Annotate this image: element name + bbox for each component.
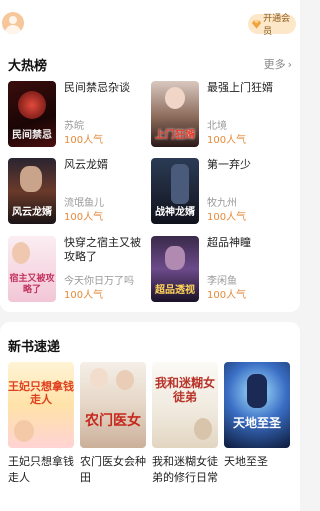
open-vip-button[interactable]: 开通会员 [248, 14, 296, 37]
book-title: 第一弃少 [207, 158, 251, 171]
book-cover[interactable]: 天地至圣 [224, 362, 290, 448]
book-title: 我和迷糊女徒弟的修行日常 [152, 455, 218, 484]
book-cover[interactable]: 民间禁忌 [8, 81, 56, 147]
book-cover[interactable]: 王妃只想拿钱走人 [8, 362, 74, 448]
section-title-new-books: 新书速递 [8, 340, 61, 355]
book-cover[interactable]: 风云龙婿 [8, 158, 56, 224]
cover-title: 宿主又被攻略了 [9, 274, 55, 295]
book-title: 快穿之宿主又被攻略了 [64, 236, 141, 263]
book-title: 天地至圣 [224, 455, 268, 468]
cover-title: 民间禁忌 [12, 130, 52, 141]
book-author: 流氓鱼儿 [64, 198, 104, 209]
cover-title: 超品透视 [155, 285, 195, 296]
chevron-right-icon: › [287, 57, 292, 71]
book-title: 最强上门狂婿 [207, 81, 273, 94]
cover-title: 我和迷糊女徒弟 [154, 376, 215, 404]
diamond-icon [252, 20, 262, 29]
new-book-item[interactable]: 王妃只想拿钱走人 王妃只想拿钱走人 [8, 362, 74, 486]
book-author: 今天你日万了吗 [64, 276, 134, 287]
book-popularity: 100人气 [64, 290, 104, 301]
book-popularity: 100人气 [64, 135, 104, 146]
book-item[interactable]: 战神龙婿 第一弃少 牧九州 100人气 [151, 158, 291, 224]
book-title: 农门医女会种田 [80, 455, 146, 484]
cover-title: 天地至圣 [232, 416, 281, 430]
new-book-item[interactable]: 天地至圣 天地至圣 [224, 362, 290, 470]
book-cover[interactable]: 超品透视 [151, 236, 199, 302]
book-item[interactable]: 民间禁忌 民间禁忌杂谈 苏皖 100人气 [8, 81, 148, 147]
book-item[interactable]: 上门狂婿 最强上门狂婿 北境 100人气 [151, 81, 291, 147]
cover-title: 王妃只想拿钱走人 [8, 380, 74, 406]
book-author: 北境 [207, 121, 227, 132]
book-item[interactable]: 宿主又被攻略了 快穿之宿主又被攻略了 今天你日万了吗 100人气 [8, 236, 148, 302]
book-cover[interactable]: 宿主又被攻略了 [8, 236, 56, 302]
cover-title: 战神龙婿 [155, 207, 195, 218]
book-author: 牧九州 [207, 198, 237, 209]
cover-title: 农门医女 [85, 413, 141, 429]
new-books-card: 新书速递 王妃只想拿钱走人 王妃只想拿钱走人 农门医女 农门医女会种田 我和迷糊… [0, 322, 300, 511]
book-title: 民间禁忌杂谈 [64, 81, 130, 94]
book-author: 李闲鱼 [207, 276, 237, 287]
hot-list-card: 大热榜 更多 › 民间禁忌 民间禁忌杂谈 苏皖 100人气 上门狂婿 最强上门狂… [0, 40, 300, 312]
book-popularity: 100人气 [64, 212, 104, 223]
book-item[interactable]: 风云龙婿 风云龙婿 流氓鱼儿 100人气 [8, 158, 148, 224]
book-title: 风云龙婿 [64, 158, 108, 171]
book-title: 王妃只想拿钱走人 [8, 455, 74, 484]
more-button[interactable]: 更多 › [264, 56, 292, 72]
book-title: 超品神瞳 [207, 236, 251, 249]
book-popularity: 100人气 [207, 212, 247, 223]
cover-title: 上门狂婿 [155, 130, 195, 141]
book-item[interactable]: 超品透视 超品神瞳 李闲鱼 100人气 [151, 236, 291, 302]
user-avatar-icon[interactable] [2, 12, 24, 34]
book-popularity: 100人气 [207, 290, 247, 301]
book-cover[interactable]: 上门狂婿 [151, 81, 199, 147]
book-cover[interactable]: 农门医女 [80, 362, 146, 448]
cover-title: 风云龙婿 [12, 207, 52, 218]
book-popularity: 100人气 [207, 135, 247, 146]
new-book-item[interactable]: 我和迷糊女徒弟 我和迷糊女徒弟的修行日常 [152, 362, 218, 486]
book-cover[interactable]: 战神龙婿 [151, 158, 199, 224]
section-title-hot: 大热榜 [8, 59, 48, 74]
new-book-item[interactable]: 农门医女 农门医女会种田 [80, 362, 146, 486]
more-label: 更多 [263, 58, 286, 71]
vip-label: 开通会员 [263, 14, 291, 37]
book-author: 苏皖 [64, 121, 84, 132]
book-cover[interactable]: 我和迷糊女徒弟 [152, 362, 218, 448]
